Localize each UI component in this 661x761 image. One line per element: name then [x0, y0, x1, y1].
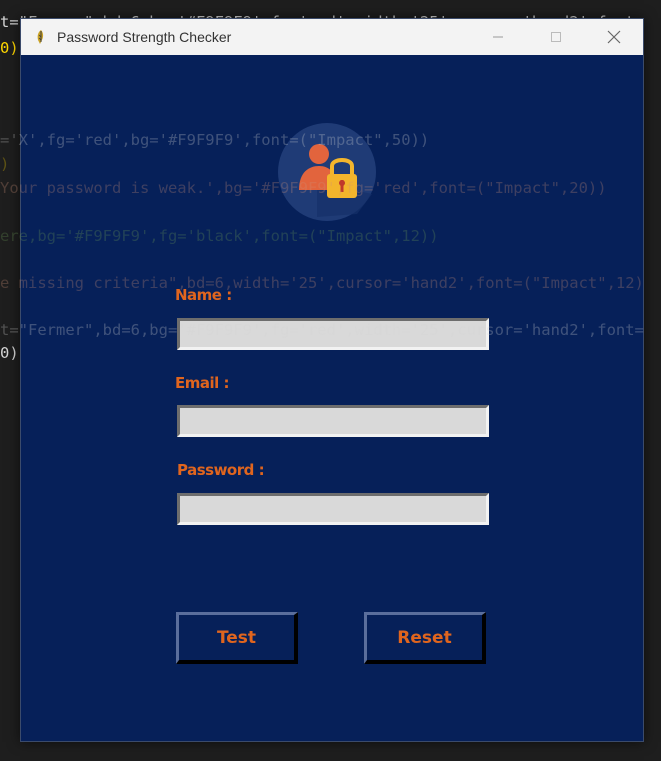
- password-field[interactable]: [177, 493, 489, 525]
- code-line: 0): [0, 344, 19, 362]
- python-feather-icon: [37, 30, 44, 44]
- email-field[interactable]: [177, 405, 489, 437]
- app-window: Password Strength Checker Name : Email :…: [20, 18, 644, 742]
- email-label: Email :: [175, 374, 230, 392]
- password-label: Password :: [177, 461, 265, 479]
- window-title: Password Strength Checker: [57, 29, 232, 45]
- title-bar[interactable]: Password Strength Checker: [21, 19, 643, 55]
- name-label: Name :: [175, 286, 232, 304]
- close-button[interactable]: [585, 19, 643, 55]
- minimize-icon: [493, 36, 503, 38]
- maximize-button[interactable]: [527, 19, 585, 55]
- maximize-icon: [551, 32, 561, 42]
- reset-button[interactable]: Reset: [364, 612, 486, 664]
- minimize-button[interactable]: [469, 19, 527, 55]
- test-button[interactable]: Test: [176, 612, 298, 664]
- close-icon: [607, 30, 621, 44]
- name-field[interactable]: [177, 318, 489, 350]
- code-line: 0): [0, 39, 19, 57]
- user-lock-icon: [278, 123, 376, 221]
